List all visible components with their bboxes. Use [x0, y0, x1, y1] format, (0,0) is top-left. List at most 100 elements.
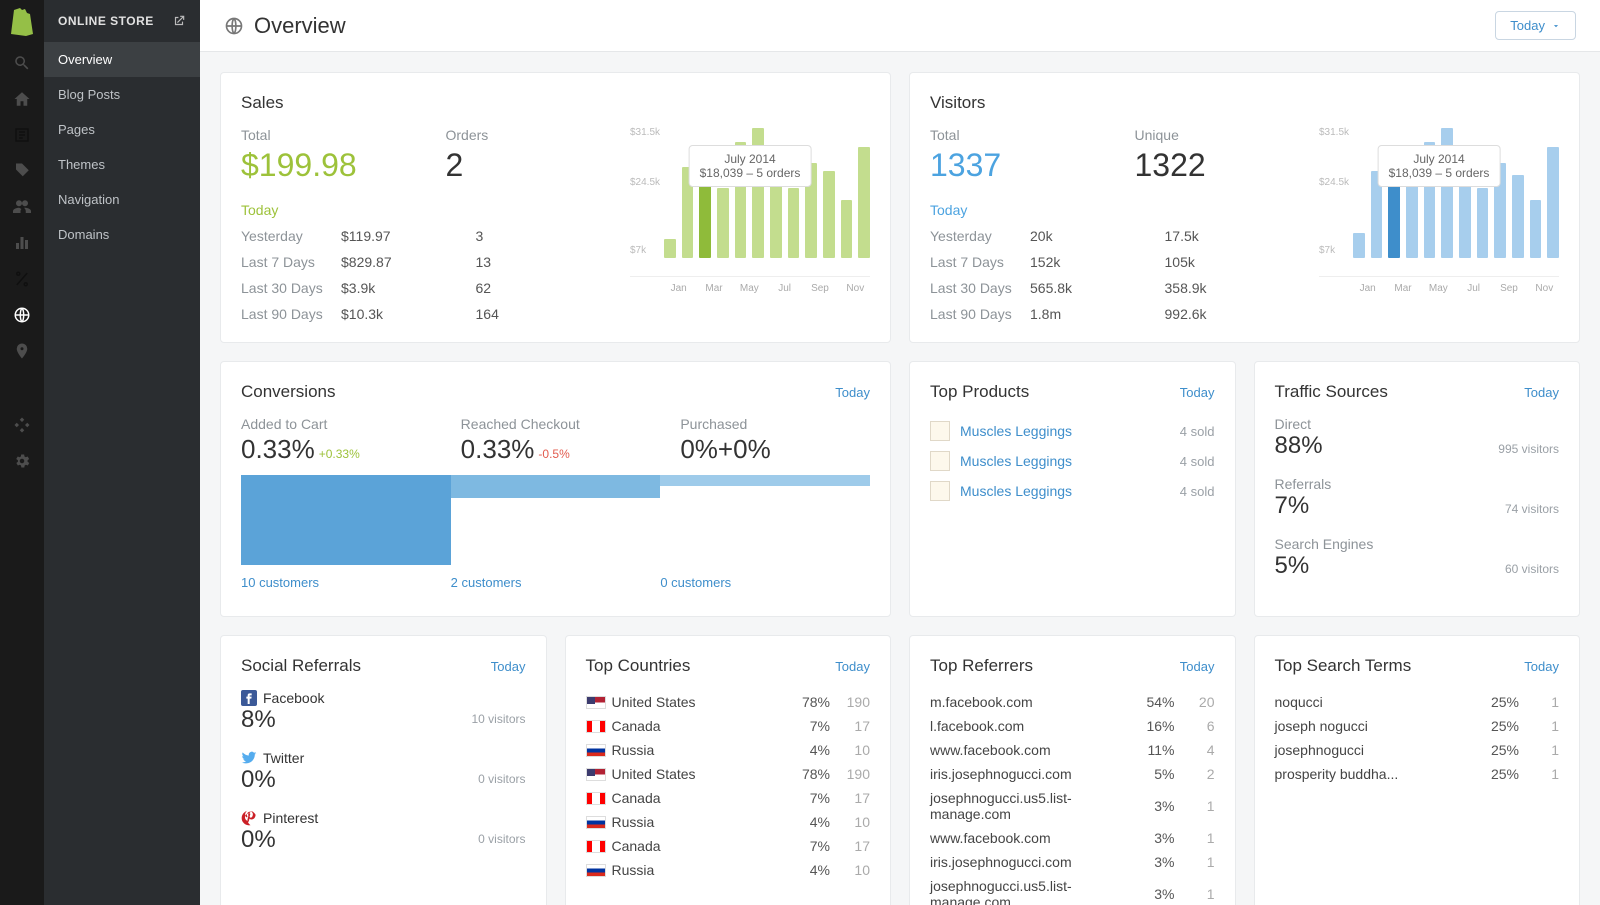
search-term-link[interactable]: joseph nogucci	[1275, 718, 1368, 734]
top-referrers-card: Top Referrers Today m.facebook.com54%20l…	[909, 635, 1236, 905]
card-title: Sales	[241, 93, 870, 113]
apps-icon[interactable]	[13, 416, 31, 434]
referrer-link[interactable]: www.facebook.com	[930, 742, 1051, 758]
search-term-row: noqucci25%1	[1275, 690, 1560, 714]
period-today[interactable]: Today	[930, 202, 1030, 218]
bar[interactable]	[788, 188, 800, 258]
sidebar-item-pages[interactable]: Pages	[44, 112, 200, 147]
country-row: United States78%190	[586, 762, 871, 786]
visitors-total: 1337	[930, 147, 1095, 184]
period-today[interactable]: Today	[241, 202, 341, 218]
sales-card: Sales Total $199.98 Orders 2 TodayYester…	[220, 72, 891, 343]
bar[interactable]	[770, 184, 782, 258]
social-row: Pinterest0 visitors0%	[241, 810, 526, 854]
flag-icon	[586, 792, 606, 805]
external-link-icon[interactable]	[172, 14, 186, 28]
search-term-link[interactable]: prosperity buddha...	[1275, 766, 1399, 782]
sidebar-header: ONLINE STORE	[44, 0, 200, 42]
today-link[interactable]: Today	[1180, 659, 1215, 674]
today-link[interactable]: Today	[835, 659, 870, 674]
bar[interactable]	[1547, 147, 1559, 258]
flag-icon	[586, 840, 606, 853]
top-countries-card: Top Countries Today United States78%190C…	[565, 635, 892, 905]
today-link[interactable]: Today	[1180, 385, 1215, 400]
bar[interactable]	[717, 188, 729, 258]
period-last-90-days[interactable]: Last 90 Days	[930, 306, 1030, 322]
bar[interactable]	[1353, 233, 1365, 258]
referrer-link[interactable]: iris.josephnogucci.com	[930, 854, 1072, 870]
referrer-row: josephnogucci.us5.list-manage.com3%1	[930, 786, 1215, 826]
sidebar-item-overview[interactable]: Overview	[44, 42, 200, 77]
search-term-link[interactable]: josephnogucci	[1275, 742, 1365, 758]
bar[interactable]	[841, 200, 853, 258]
referrer-row: josephnogucci.us5.list-manage.com3%1	[930, 874, 1215, 905]
product-link[interactable]: Muscles Leggings	[960, 483, 1072, 499]
product-row: Muscles Leggings4 sold	[930, 416, 1215, 446]
period-last-30-days[interactable]: Last 30 Days	[241, 280, 341, 296]
referrer-link[interactable]: m.facebook.com	[930, 694, 1033, 710]
chart-tooltip: July 2014 $18,039 – 5 orders	[689, 145, 812, 187]
date-range-button[interactable]: Today	[1495, 11, 1576, 40]
orders-icon[interactable]	[13, 126, 31, 144]
referrer-link[interactable]: josephnogucci.us5.list-manage.com	[930, 790, 1125, 822]
bar[interactable]	[1512, 175, 1524, 258]
visitors-unique: 1322	[1135, 147, 1300, 184]
country-row: Russia4%10	[586, 738, 871, 762]
sales-orders: 2	[446, 147, 611, 184]
topbar: Overview Today	[200, 0, 1600, 52]
today-link[interactable]: Today	[1524, 659, 1559, 674]
bar[interactable]	[823, 171, 835, 258]
reports-icon[interactable]	[13, 234, 31, 252]
flag-icon	[586, 696, 606, 709]
product-row: Muscles Leggings4 sold	[930, 446, 1215, 476]
funnel-chart	[241, 475, 870, 565]
referrer-row: l.facebook.com16%6	[930, 714, 1215, 738]
referrer-link[interactable]: www.facebook.com	[930, 830, 1051, 846]
bar[interactable]	[1530, 200, 1542, 258]
traffic-item: Direct995 visitors88%	[1275, 416, 1560, 460]
sidebar-item-domains[interactable]: Domains	[44, 217, 200, 252]
tag-icon[interactable]	[13, 162, 31, 180]
sidebar-title: ONLINE STORE	[58, 14, 154, 28]
period-last-30-days[interactable]: Last 30 Days	[930, 280, 1030, 296]
bar[interactable]	[1477, 188, 1489, 258]
sidebar-item-themes[interactable]: Themes	[44, 147, 200, 182]
referrer-row: iris.josephnogucci.com5%2	[930, 762, 1215, 786]
home-icon[interactable]	[13, 90, 31, 108]
top-search-terms-card: Top Search Terms Today noqucci25%1joseph…	[1254, 635, 1581, 905]
bar[interactable]	[664, 239, 676, 258]
period-last-7-days[interactable]: Last 7 Days	[930, 254, 1030, 270]
period-last-90-days[interactable]: Last 90 Days	[241, 306, 341, 322]
sidebar-item-navigation[interactable]: Navigation	[44, 182, 200, 217]
bar[interactable]	[858, 147, 870, 258]
period-yesterday[interactable]: Yesterday	[241, 228, 341, 244]
top-products-card: Top Products Today Muscles Leggings4 sol…	[909, 361, 1236, 617]
today-link[interactable]: Today	[835, 385, 870, 400]
customers-icon[interactable]	[13, 198, 31, 216]
chart-tooltip: July 2014 $18,039 – 5 orders	[1378, 145, 1501, 187]
globe-icon	[224, 16, 244, 36]
period-last-7-days[interactable]: Last 7 Days	[241, 254, 341, 270]
referrer-link[interactable]: josephnogucci.us5.list-manage.com	[930, 878, 1125, 905]
flag-icon	[586, 864, 606, 877]
flag-icon	[586, 720, 606, 733]
bar[interactable]	[1406, 184, 1418, 258]
search-icon[interactable]	[13, 54, 31, 72]
country-row: Canada7%17	[586, 834, 871, 858]
product-link[interactable]: Muscles Leggings	[960, 453, 1072, 469]
traffic-sources-card: Traffic Sources Today Direct995 visitors…	[1254, 361, 1581, 617]
today-link[interactable]: Today	[491, 659, 526, 674]
pinterest-icon	[241, 810, 257, 826]
traffic-item: Referrals74 visitors7%	[1275, 476, 1560, 520]
today-link[interactable]: Today	[1524, 385, 1559, 400]
globe-icon[interactable]	[13, 306, 31, 324]
search-term-link[interactable]: noqucci	[1275, 694, 1323, 710]
product-link[interactable]: Muscles Leggings	[960, 423, 1072, 439]
period-yesterday[interactable]: Yesterday	[930, 228, 1030, 244]
discounts-icon[interactable]	[13, 270, 31, 288]
referrer-link[interactable]: iris.josephnogucci.com	[930, 766, 1072, 782]
pin-icon[interactable]	[13, 342, 31, 360]
referrer-link[interactable]: l.facebook.com	[930, 718, 1024, 734]
sidebar-item-blog-posts[interactable]: Blog Posts	[44, 77, 200, 112]
settings-icon[interactable]	[13, 452, 31, 470]
